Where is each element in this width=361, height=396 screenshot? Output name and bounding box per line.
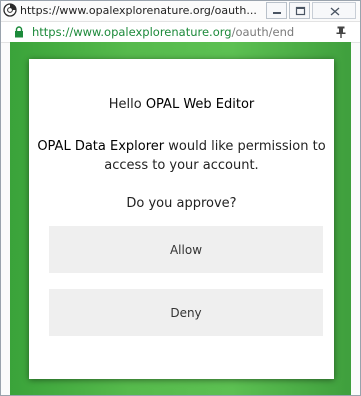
lock-icon — [15, 26, 23, 38]
window-title: https://www.opalexplorenature.org/oauth.… — [20, 4, 257, 17]
maximize-icon — [295, 6, 306, 16]
app-name: OPAL Data Explorer — [37, 139, 165, 154]
pin-icon[interactable] — [336, 26, 346, 38]
globe-icon — [3, 3, 17, 17]
close-icon — [330, 7, 340, 16]
url-text[interactable]: https://www.opalexplorenature.org/oauth/… — [32, 23, 294, 41]
greeting-prefix: Hello — [108, 97, 146, 112]
consent-dialog: Hello OPAL Web Editor OPAL Data Explorer… — [29, 59, 334, 379]
deny-button[interactable]: Deny — [49, 289, 323, 336]
address-bar[interactable]: https://www.opalexplorenature.org/oauth/… — [1, 21, 360, 43]
greeting: Hello OPAL Web Editor — [29, 97, 334, 112]
editor-name: OPAL Web Editor — [145, 97, 255, 112]
close-button[interactable] — [312, 2, 356, 19]
url-host: https://www.opalexplorenature.org — [32, 25, 232, 39]
minimize-icon — [273, 12, 281, 14]
approve-question: Do you approve? — [126, 196, 237, 211]
permission-message: OPAL Data Explorer would like permission… — [29, 137, 334, 175]
allow-button[interactable]: Allow — [49, 226, 323, 273]
url-path: /oauth/end — [231, 25, 295, 39]
maximize-button[interactable] — [289, 2, 310, 19]
title-bar[interactable]: https://www.opalexplorenature.org/oauth.… — [1, 1, 360, 21]
minimize-button[interactable] — [266, 2, 287, 19]
